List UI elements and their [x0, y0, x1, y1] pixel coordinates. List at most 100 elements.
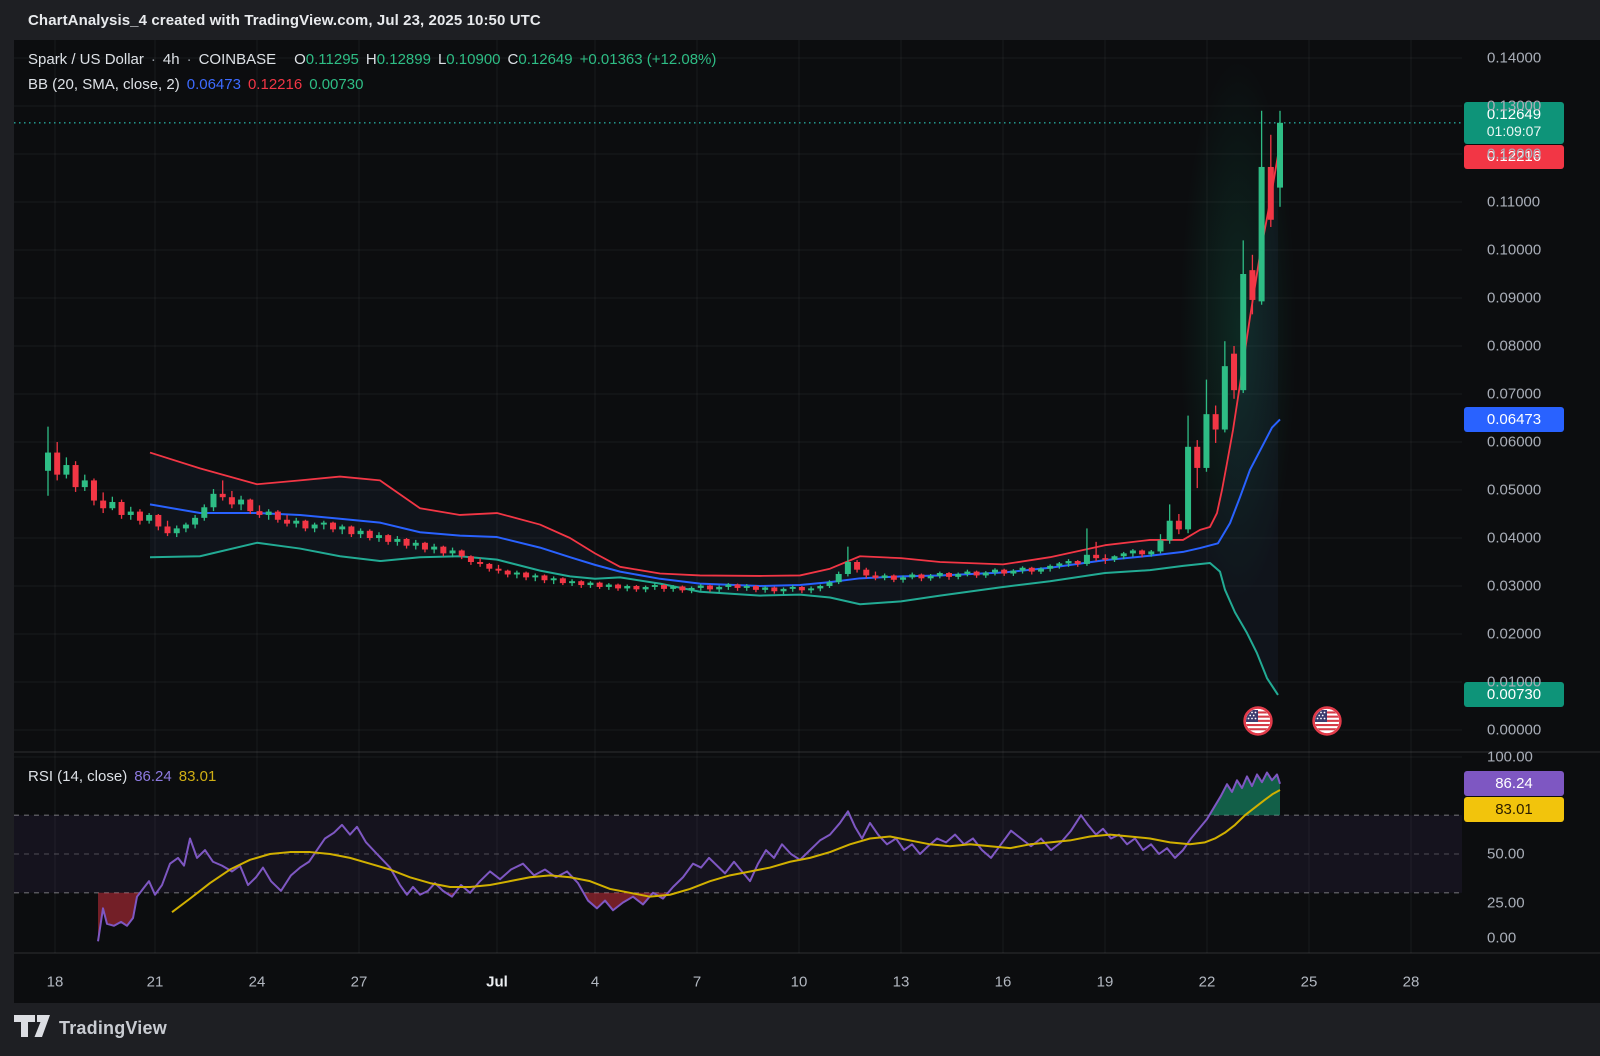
symbol-legend[interactable]: Spark / US Dollar · 4h · COINBASE O0.112… [28, 51, 716, 68]
candle-body [845, 562, 851, 574]
candle-body [275, 512, 281, 520]
bb-indicator-legend[interactable]: BB (20, SMA, close, 2) 0.06473 0.12216 0… [28, 76, 363, 93]
candle-body [128, 512, 134, 515]
candle-body [119, 502, 125, 515]
page-title: ChartAnalysis_4 created with TradingView… [28, 0, 541, 40]
candle-body [1093, 555, 1099, 558]
time-axis-label: 24 [249, 974, 266, 991]
candle-body [201, 507, 207, 518]
candle-body [440, 547, 446, 554]
bb-name: BB (20, SMA, close, 2) [28, 76, 180, 93]
candle-body [394, 539, 400, 542]
time-axis-label: 25 [1301, 974, 1318, 991]
candle-body [330, 523, 336, 530]
price-axis-label: 0.08000 [1487, 338, 1541, 355]
rsi-badge-value: 86.24 [1464, 775, 1564, 792]
time-axis-label: 19 [1097, 974, 1114, 991]
legend-separator: · [151, 51, 156, 68]
ohlc-high: H0.12899 [366, 51, 431, 68]
candle-body [946, 573, 952, 577]
candle-body [1167, 521, 1173, 541]
candle-body [109, 502, 115, 508]
candle-body [137, 512, 143, 521]
candle-body [312, 525, 318, 529]
candle-body [928, 576, 934, 578]
us-flag-event-icon[interactable] [1243, 706, 1273, 736]
price-axis-label: 0.12000 [1487, 146, 1541, 163]
ohlc-close: C0.12649 [508, 51, 573, 68]
candle-body [1029, 568, 1035, 572]
candle-body [1056, 563, 1062, 565]
rsi-axis-label: 100.00 [1487, 749, 1533, 766]
candle-body [624, 586, 630, 588]
price-axis-label: 0.05000 [1487, 482, 1541, 499]
candle-body [900, 577, 906, 579]
price-axis-label: 0.09000 [1487, 290, 1541, 307]
price-axis-label: 0.10000 [1487, 242, 1541, 259]
rsi-name: RSI (14, close) [28, 768, 127, 785]
candle-body [468, 556, 474, 562]
candle-body [1001, 570, 1007, 574]
candle-body [643, 587, 649, 589]
price-axis-label: 0.01000 [1487, 674, 1541, 691]
time-axis-label: 10 [791, 974, 808, 991]
candle-body [983, 573, 989, 576]
candle-body [348, 526, 354, 534]
candle-body [523, 573, 529, 578]
candle-body [1102, 558, 1108, 560]
us-flag-event-icon[interactable] [1312, 706, 1342, 736]
price-axis-label: 0.13000 [1487, 98, 1541, 115]
price-axis-label: 0.06000 [1487, 434, 1541, 451]
candle-body [826, 582, 832, 586]
candle-body [450, 550, 456, 553]
candle-body [367, 531, 373, 538]
candle-body [1268, 167, 1274, 220]
time-axis-label: 18 [47, 974, 64, 991]
candle-body [854, 562, 860, 570]
candle-body [872, 575, 878, 577]
candle-body [210, 494, 216, 507]
candle-body [413, 543, 419, 546]
candle-body [974, 572, 980, 576]
candle-body [863, 570, 869, 576]
candle-body [964, 572, 970, 574]
bar-countdown: 01:09:07 [1464, 123, 1564, 139]
candle-body [1194, 447, 1200, 468]
candle-body [937, 573, 943, 576]
rsi-ma-badge-value: 83.01 [1464, 801, 1564, 818]
candle-body [578, 581, 584, 585]
candle-body [1084, 555, 1090, 564]
rsi-axis-label: 50.00 [1487, 846, 1525, 863]
candle-body [1277, 123, 1283, 188]
candle-body [992, 570, 998, 573]
candle-body [385, 535, 391, 542]
candle-body [63, 465, 69, 475]
candle-body [321, 523, 327, 525]
candle-body [1240, 274, 1246, 390]
price-axis-label: 0.02000 [1487, 626, 1541, 643]
tradingview-logo[interactable]: TradingView [14, 1015, 167, 1042]
candle-body [431, 547, 437, 550]
tradingview-logo-icon [14, 1015, 50, 1042]
candle-body [91, 480, 97, 500]
candle-body [744, 586, 750, 588]
candle-body [1047, 566, 1053, 569]
candle-body [174, 528, 180, 533]
candle-body [293, 521, 299, 524]
symbol-interval: 4h [163, 51, 180, 68]
symbol-name: Spark / US Dollar [28, 51, 144, 68]
candle-body [707, 586, 713, 590]
candle-body [1139, 550, 1145, 554]
rsi-overbought-fill [1209, 773, 1280, 816]
candle-body [808, 588, 814, 590]
chart-canvas[interactable] [0, 0, 1600, 1056]
candle-body [532, 575, 538, 577]
bollinger-fill [150, 155, 1278, 695]
rsi-indicator-legend[interactable]: RSI (14, close) 86.24 83.01 [28, 768, 216, 785]
candle-body [1066, 561, 1072, 563]
candle-body [376, 535, 382, 538]
price-axis-label: 0.07000 [1487, 386, 1541, 403]
candle-body [689, 588, 695, 590]
candle-body [633, 586, 639, 589]
candle-body [1130, 550, 1136, 553]
